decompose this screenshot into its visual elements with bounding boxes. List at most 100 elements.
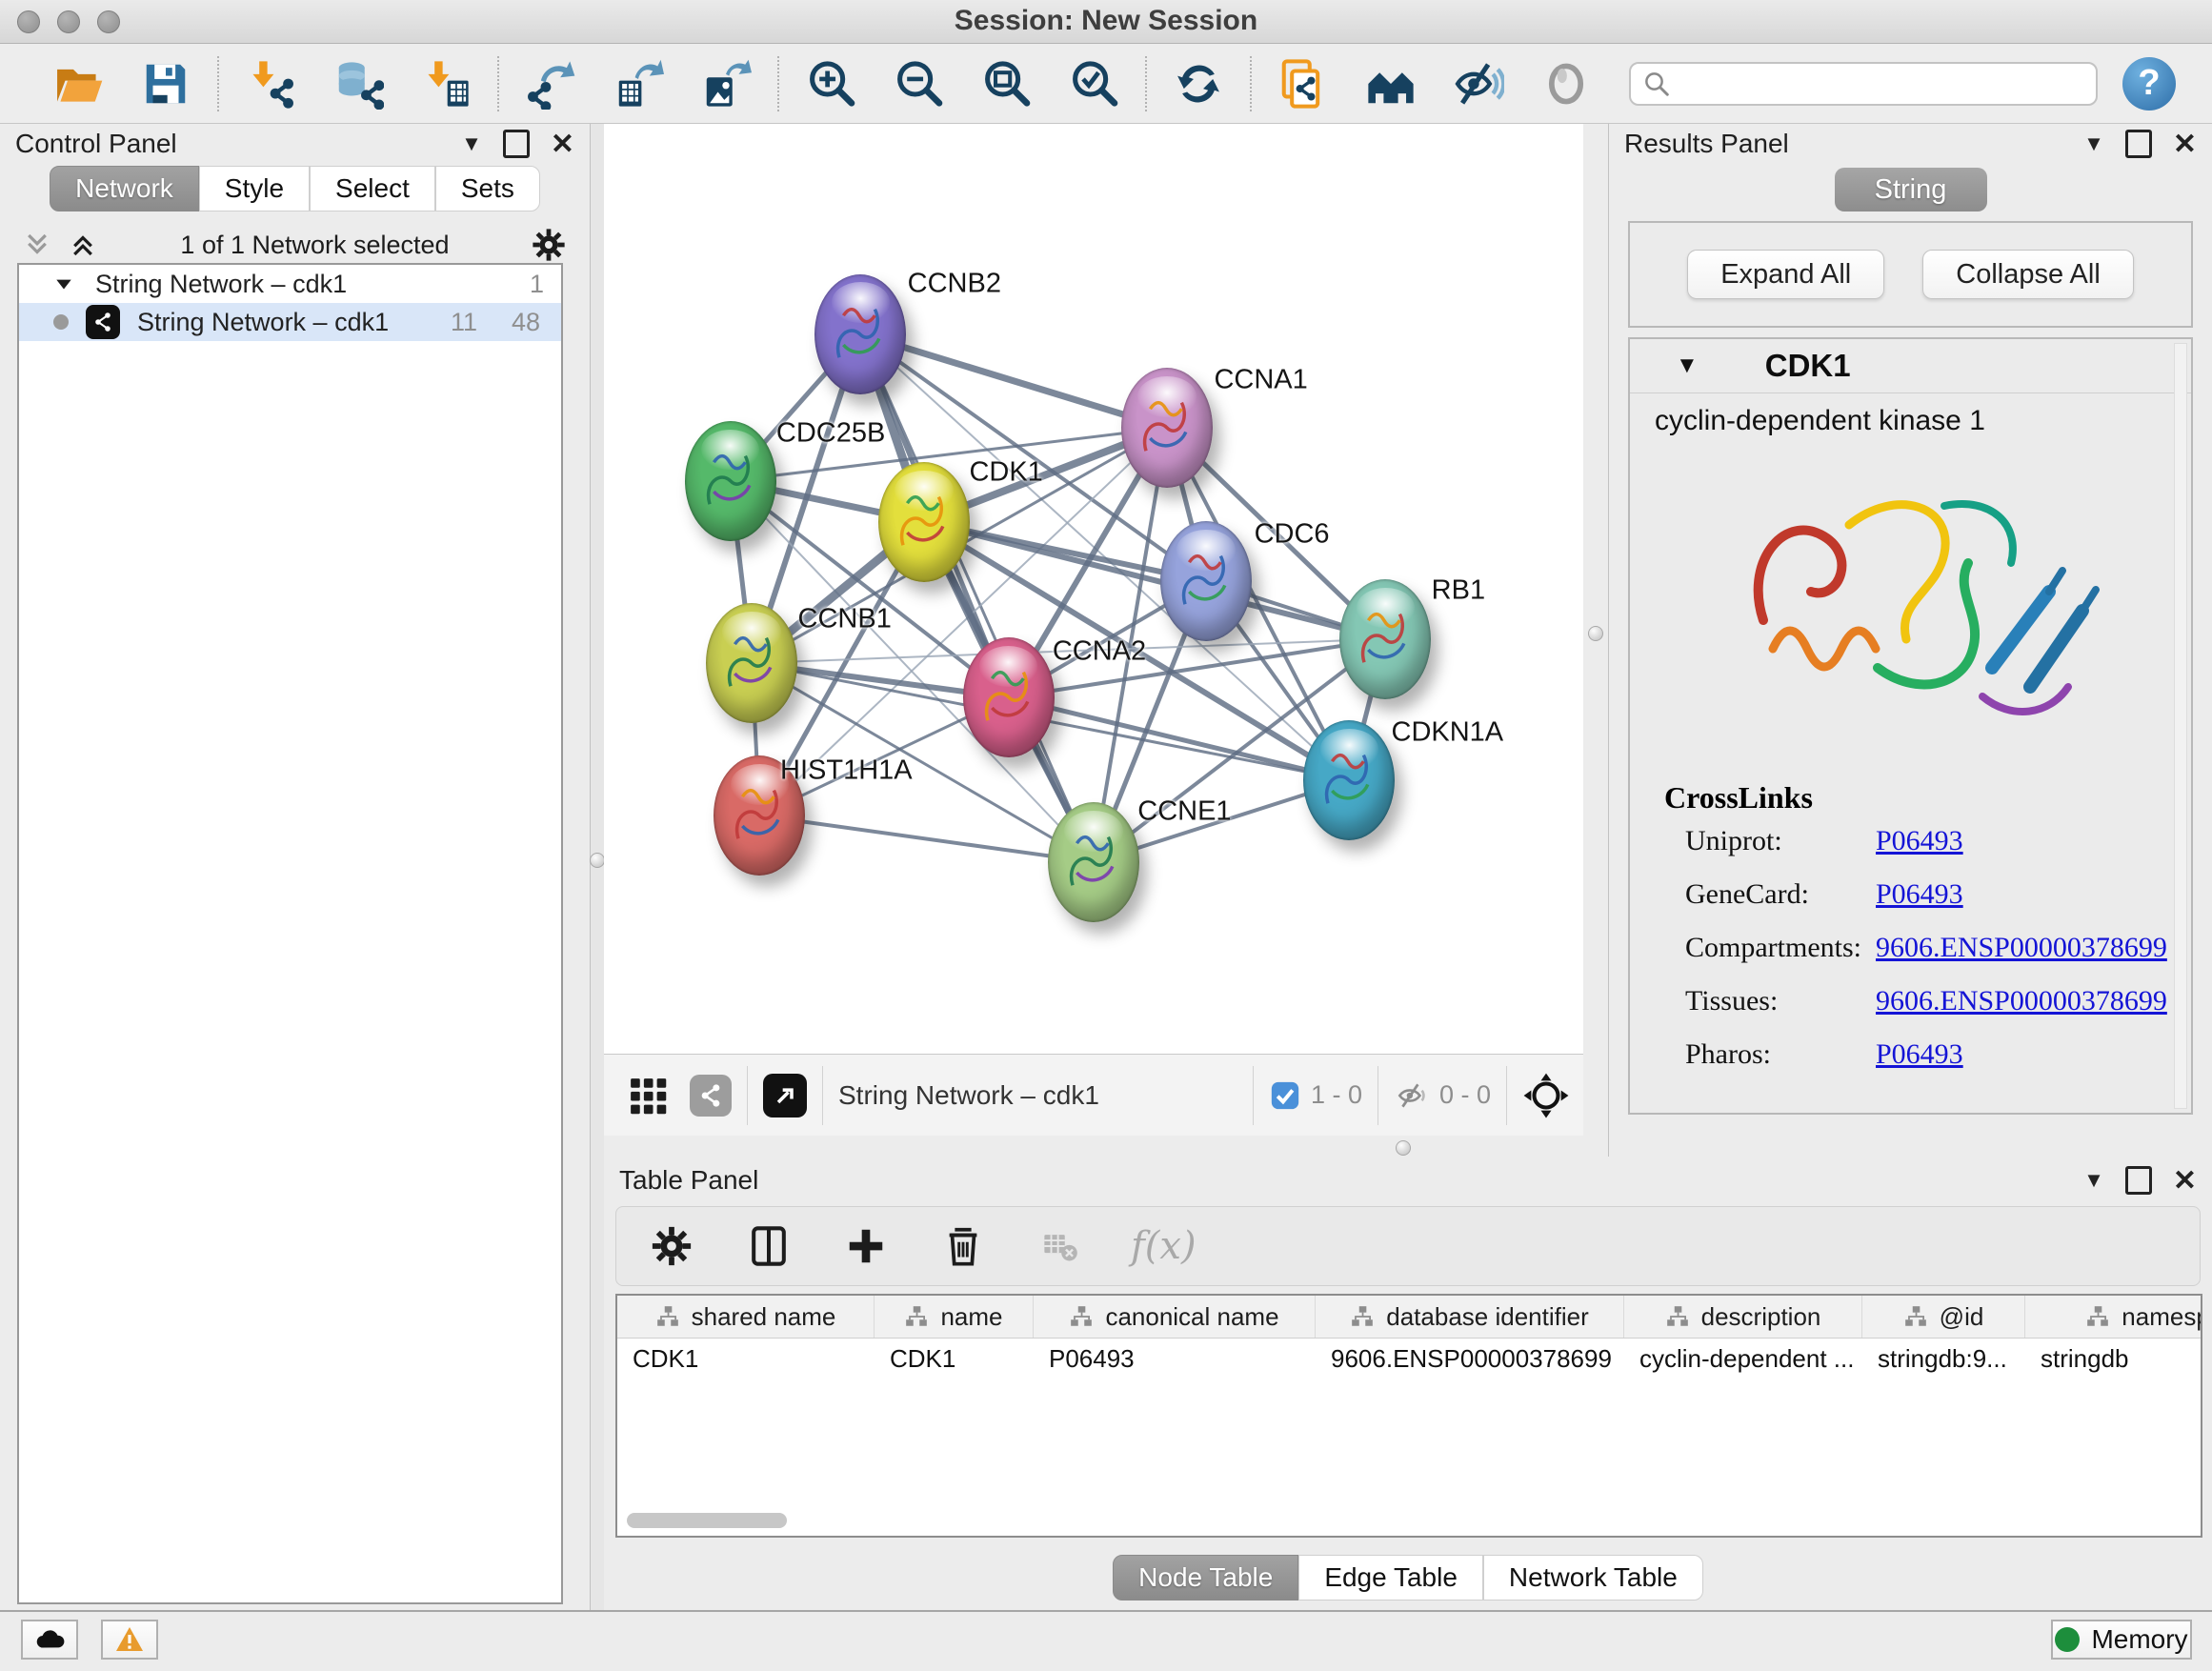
network-options-gear-icon[interactable] bbox=[531, 227, 567, 263]
zoom-window-button[interactable] bbox=[97, 10, 120, 33]
network-collection-row[interactable]: String Network – cdk1 1 bbox=[19, 265, 561, 303]
network-canvas[interactable]: CCNB2CCNA1CDC25BCDK1CDC6RB1CCNB1CCNA2CDK… bbox=[604, 124, 1583, 1054]
network-node-CDC25B[interactable] bbox=[685, 421, 776, 541]
birds-eye-view-icon[interactable] bbox=[1522, 1072, 1570, 1119]
table-cell[interactable]: CDK1 bbox=[617, 1339, 875, 1379]
left-splitter-handle[interactable] bbox=[590, 853, 605, 868]
table-cell[interactable]: P06493 bbox=[1034, 1339, 1316, 1379]
column-header-canonical-name[interactable]: canonical name bbox=[1034, 1296, 1316, 1338]
tab-select[interactable]: Select bbox=[310, 166, 435, 211]
compartments-link[interactable]: 9606.ENSP00000378699 bbox=[1876, 932, 2167, 964]
results-panel-float-icon[interactable] bbox=[2125, 130, 2152, 158]
show-columns-icon[interactable] bbox=[742, 1219, 795, 1273]
delete-column-icon[interactable] bbox=[936, 1219, 990, 1273]
toolbar-search-field[interactable] bbox=[1629, 62, 2098, 106]
memory-button[interactable]: Memory bbox=[2051, 1620, 2192, 1660]
column-header-shared-name[interactable]: shared name bbox=[617, 1296, 875, 1338]
tab-style[interactable]: Style bbox=[199, 166, 310, 211]
expand-all-button[interactable]: Expand All bbox=[1687, 250, 1884, 299]
right-splitter[interactable] bbox=[1583, 124, 1608, 1157]
bottom-splitter-handle[interactable] bbox=[1396, 1140, 1411, 1156]
tab-sets[interactable]: Sets bbox=[435, 166, 540, 211]
selected-checkbox-icon[interactable] bbox=[1269, 1079, 1301, 1112]
import-table-button[interactable] bbox=[419, 57, 473, 111]
network-node-CCNB2[interactable] bbox=[814, 274, 906, 394]
tab-network-table[interactable]: Network Table bbox=[1483, 1555, 1703, 1601]
network-node-CDC6[interactable] bbox=[1160, 521, 1252, 641]
apply-layout-button[interactable] bbox=[1172, 57, 1225, 111]
add-column-icon[interactable] bbox=[839, 1219, 893, 1273]
results-panel-close-icon[interactable]: ✕ bbox=[2173, 128, 2197, 161]
table-panel-close-icon[interactable]: ✕ bbox=[2173, 1164, 2197, 1198]
network-node-CDK1[interactable] bbox=[878, 462, 970, 582]
tissues-link[interactable]: 9606.ENSP00000378699 bbox=[1876, 985, 2167, 1017]
tab-string[interactable]: String bbox=[1835, 168, 1987, 211]
results-vertical-scrollbar[interactable] bbox=[2174, 343, 2187, 1109]
table-cell[interactable]: stringdb bbox=[2025, 1339, 2202, 1379]
right-splitter-handle[interactable] bbox=[1588, 626, 1603, 641]
network-node-CCNB1[interactable] bbox=[706, 603, 797, 723]
string-homes-icon[interactable] bbox=[1364, 57, 1418, 111]
help-button[interactable]: ? bbox=[2122, 57, 2176, 111]
network-view-type-icon[interactable] bbox=[690, 1075, 732, 1117]
expand-all-icon[interactable] bbox=[67, 231, 99, 259]
gene-collapse-icon[interactable]: ▼ bbox=[1676, 352, 1699, 379]
table-cell[interactable]: 9606.ENSP00000378699 bbox=[1316, 1339, 1624, 1379]
enhanced-graphics-toggle[interactable] bbox=[1452, 57, 1505, 111]
network-node-RB1[interactable] bbox=[1339, 579, 1431, 699]
table-row[interactable]: CDK1CDK1P064939606.ENSP00000378699cyclin… bbox=[617, 1339, 2201, 1379]
column-header-database-identifier[interactable]: database identifier bbox=[1316, 1296, 1624, 1338]
network-edge-HIST1H1A-CCNE1[interactable] bbox=[759, 815, 1094, 862]
pharos-link[interactable]: P06493 bbox=[1876, 1038, 1963, 1071]
collapse-all-icon[interactable] bbox=[21, 231, 53, 259]
detach-view-icon[interactable] bbox=[763, 1074, 807, 1117]
open-session-button[interactable] bbox=[51, 57, 105, 111]
table-cell[interactable]: stringdb:9... bbox=[1862, 1339, 2025, 1379]
tab-node-table[interactable]: Node Table bbox=[1113, 1555, 1298, 1601]
tab-edge-table[interactable]: Edge Table bbox=[1298, 1555, 1483, 1601]
collapse-all-button[interactable]: Collapse All bbox=[1922, 250, 2134, 299]
network-row-selected[interactable]: String Network – cdk1 11 48 bbox=[19, 303, 561, 341]
column-header-description[interactable]: description bbox=[1624, 1296, 1862, 1338]
network-node-CDKN1A[interactable] bbox=[1303, 720, 1395, 840]
tab-network[interactable]: Network bbox=[50, 166, 199, 211]
gene-section-header[interactable]: ▼ CDK1 bbox=[1630, 339, 2191, 393]
control-panel-collapse-icon[interactable]: ▼ bbox=[461, 131, 482, 156]
export-image-button[interactable] bbox=[699, 57, 753, 111]
genecard-link[interactable]: P06493 bbox=[1876, 878, 1963, 911]
cloud-status-button[interactable] bbox=[21, 1620, 78, 1660]
zoom-out-button[interactable] bbox=[892, 57, 945, 111]
network-node-CCNA2[interactable] bbox=[963, 637, 1055, 757]
table-cell[interactable]: cyclin-dependent ... bbox=[1624, 1339, 1862, 1379]
left-splitter[interactable] bbox=[591, 124, 604, 1610]
column-header-name[interactable]: name bbox=[875, 1296, 1034, 1338]
import-network-from-database-button[interactable] bbox=[332, 57, 385, 111]
table-cell[interactable]: CDK1 bbox=[875, 1339, 1034, 1379]
save-session-button[interactable] bbox=[139, 57, 192, 111]
search-input[interactable] bbox=[1680, 68, 2084, 99]
table-options-gear-icon[interactable] bbox=[645, 1219, 698, 1273]
warnings-button[interactable] bbox=[101, 1620, 158, 1660]
table-panel-collapse-icon[interactable]: ▼ bbox=[2083, 1168, 2104, 1193]
hidden-eye-icon[interactable] bbox=[1394, 1079, 1430, 1112]
results-panel-collapse-icon[interactable]: ▼ bbox=[2083, 131, 2104, 156]
export-network-button[interactable] bbox=[524, 57, 577, 111]
control-panel-float-icon[interactable] bbox=[503, 130, 530, 158]
column-header--id[interactable]: @id bbox=[1862, 1296, 2025, 1338]
table-horizontal-scrollbar[interactable] bbox=[627, 1513, 787, 1528]
zoom-fit-button[interactable] bbox=[979, 57, 1033, 111]
minimize-window-button[interactable] bbox=[57, 10, 80, 33]
network-node-CCNA1[interactable] bbox=[1121, 368, 1213, 488]
column-header-namespace[interactable]: namespace bbox=[2025, 1296, 2202, 1338]
tree-expand-icon[interactable] bbox=[53, 273, 74, 294]
zoom-selected-button[interactable] bbox=[1067, 57, 1120, 111]
close-window-button[interactable] bbox=[17, 10, 40, 33]
network-node-CCNE1[interactable] bbox=[1048, 802, 1139, 922]
copy-network-style-button[interactable] bbox=[1277, 57, 1330, 111]
zoom-in-button[interactable] bbox=[804, 57, 857, 111]
uniprot-link[interactable]: P06493 bbox=[1876, 825, 1963, 857]
network-edge-CCNB2-CCNA1[interactable] bbox=[860, 334, 1167, 429]
grid-view-icon[interactable] bbox=[621, 1069, 674, 1122]
table-panel-float-icon[interactable] bbox=[2125, 1166, 2152, 1195]
import-network-button[interactable] bbox=[244, 57, 297, 111]
